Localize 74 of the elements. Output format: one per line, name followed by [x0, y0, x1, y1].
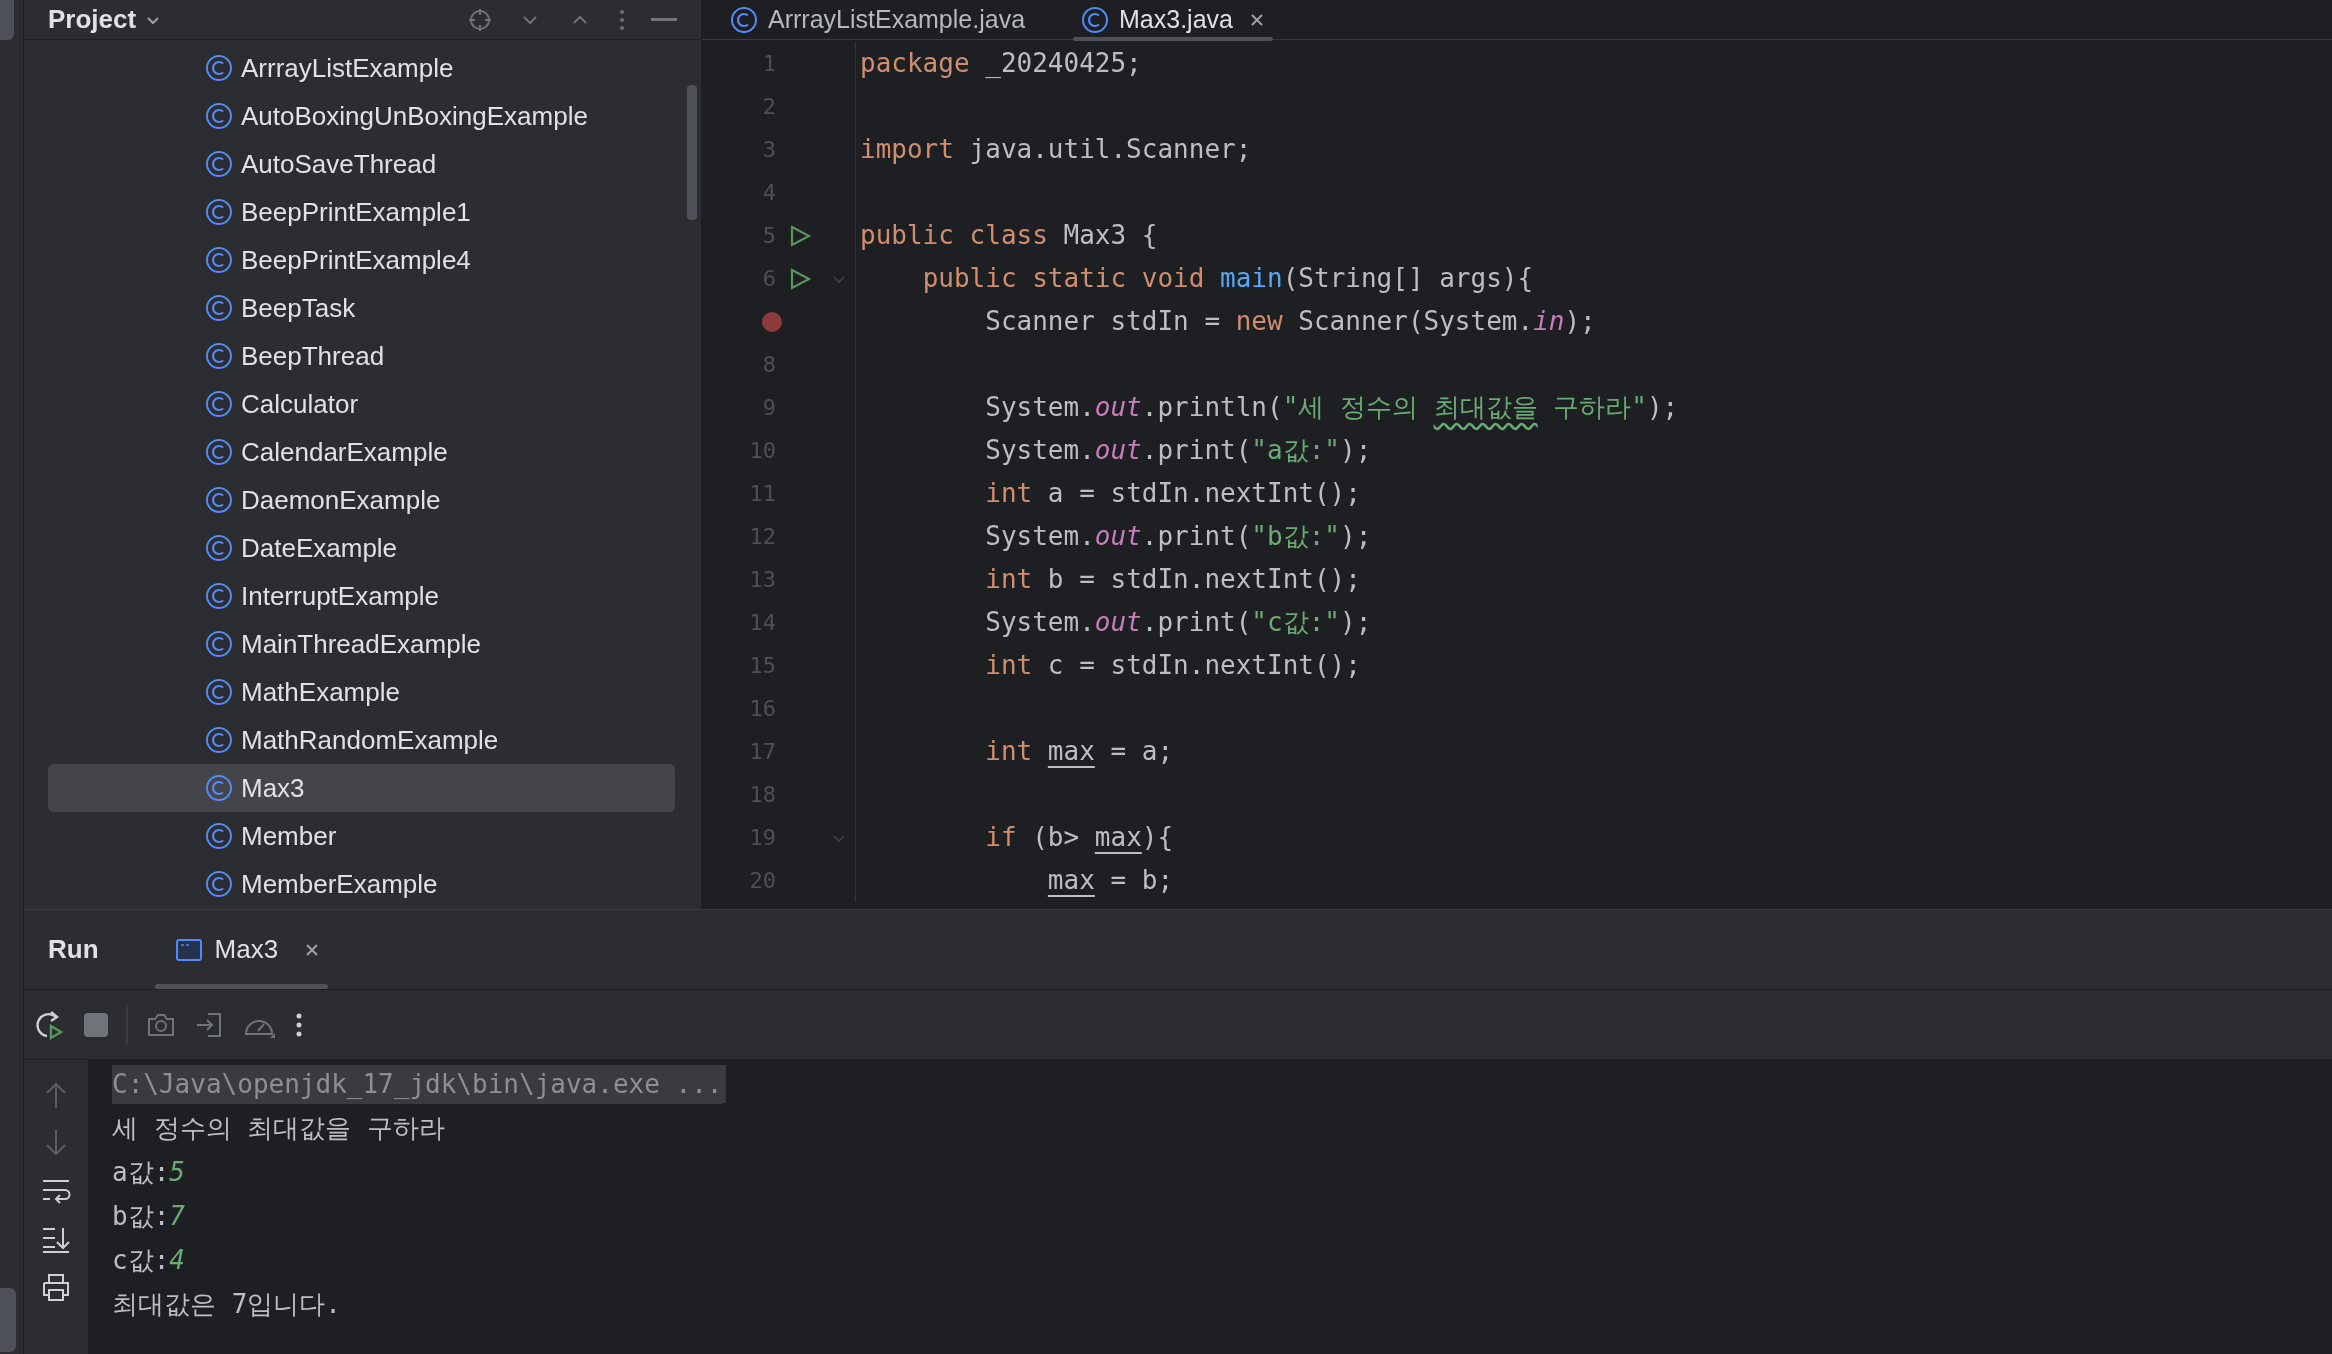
code-line: System.out.print("b값:");: [984, 520, 1372, 553]
class-icon: [205, 534, 233, 562]
tree-item[interactable]: Member: [48, 812, 675, 860]
run-icon[interactable]: [788, 223, 812, 248]
run-icon[interactable]: [788, 266, 812, 291]
tree-item[interactable]: AutoSaveThread: [48, 140, 675, 188]
tree-item[interactable]: Calculator: [48, 380, 675, 428]
class-icon: [205, 582, 233, 610]
tree-item[interactable]: DateExample: [48, 524, 675, 572]
editor-tab[interactable]: Max3.java: [1073, 0, 1273, 39]
tree-item[interactable]: InterruptExample: [48, 572, 675, 620]
code-line: System.out.println("세 정수의 최대값을 구하라");: [984, 391, 1679, 424]
console-line: c값:4: [112, 1243, 185, 1277]
class-icon: [205, 150, 233, 178]
code-line: import java.util.Scanner;: [859, 133, 1252, 166]
class-icon: [205, 726, 233, 754]
code-line: int b = stdIn.nextInt();: [984, 563, 1361, 596]
console-line: 최대값은 7입니다.: [112, 1287, 341, 1321]
tree-item[interactable]: AutoBoxingUnBoxingExample: [48, 92, 675, 140]
class-icon: [1081, 5, 1110, 34]
tree-item[interactable]: CalendarExample: [48, 428, 675, 476]
class-icon: [205, 486, 233, 514]
class-icon: [205, 342, 233, 370]
tree-item[interactable]: BeepThread: [48, 332, 675, 380]
code-line: System.out.print("c값:");: [984, 606, 1372, 639]
class-icon: [205, 630, 233, 658]
class-icon: [205, 774, 233, 802]
code-line: if (b> max){: [984, 821, 1174, 854]
tree-item[interactable]: Max3: [48, 764, 675, 812]
class-icon: [205, 870, 233, 898]
class-icon: [205, 102, 233, 130]
code-line: package _20240425;: [859, 47, 1142, 80]
code-line: max = b;: [1046, 864, 1174, 897]
code-line: int a = stdIn.nextInt();: [984, 477, 1361, 510]
editor-tab[interactable]: ArrrayListExample.java: [722, 0, 1034, 39]
code-line: Scanner stdIn = new Scanner(System.in);: [984, 305, 1596, 338]
code-line: public static void main(String[] args){: [921, 262, 1534, 295]
breakpoint-icon[interactable]: [762, 311, 782, 332]
stop-icon[interactable]: [84, 1012, 108, 1037]
tree-item[interactable]: MemberExample: [48, 860, 675, 908]
print-icon[interactable]: [41, 1272, 71, 1302]
crosshair-icon[interactable]: [467, 6, 493, 33]
tree-item[interactable]: BeepTask: [48, 284, 675, 332]
panel-title: Run: [48, 933, 99, 966]
class-icon: [205, 390, 233, 418]
class-icon: [730, 5, 758, 34]
close-icon[interactable]: [304, 941, 321, 958]
tree-item[interactable]: MathExample: [48, 668, 675, 716]
class-icon: [205, 198, 233, 226]
code-line: public class Max3 {: [859, 219, 1158, 252]
class-icon: [205, 678, 233, 706]
tree-item[interactable]: MathRandomExample: [48, 716, 675, 764]
code-line: System.out.print("a값:");: [984, 434, 1372, 467]
class-icon: [205, 246, 233, 274]
class-icon: [205, 54, 233, 82]
tree-item[interactable]: ArrrayListExample: [48, 44, 675, 92]
scrollbar-thumb[interactable]: [687, 85, 697, 220]
code-line: int max = a;: [984, 735, 1174, 768]
console-line: b값:7: [112, 1199, 185, 1233]
console-line: 세 정수의 최대값을 구하라: [112, 1111, 445, 1145]
console-icon: [174, 937, 203, 962]
close-icon[interactable]: [1249, 11, 1265, 28]
class-icon: [205, 294, 233, 322]
class-icon: [205, 438, 233, 466]
tree-item[interactable]: BeepPrintExample1: [48, 188, 675, 236]
run-tab[interactable]: Max3: [154, 910, 341, 989]
tree-item[interactable]: MainThreadExample: [48, 620, 675, 668]
class-icon: [205, 822, 233, 850]
arrow-down-icon[interactable]: [43, 1128, 69, 1158]
console-line: a값:5: [112, 1155, 185, 1189]
panel-title[interactable]: Project: [48, 0, 137, 39]
tree-item[interactable]: DaemonExample: [48, 476, 675, 524]
tree-item[interactable]: BeepPrintExample4: [48, 236, 675, 284]
code-line: int c = stdIn.nextInt();: [984, 649, 1361, 682]
